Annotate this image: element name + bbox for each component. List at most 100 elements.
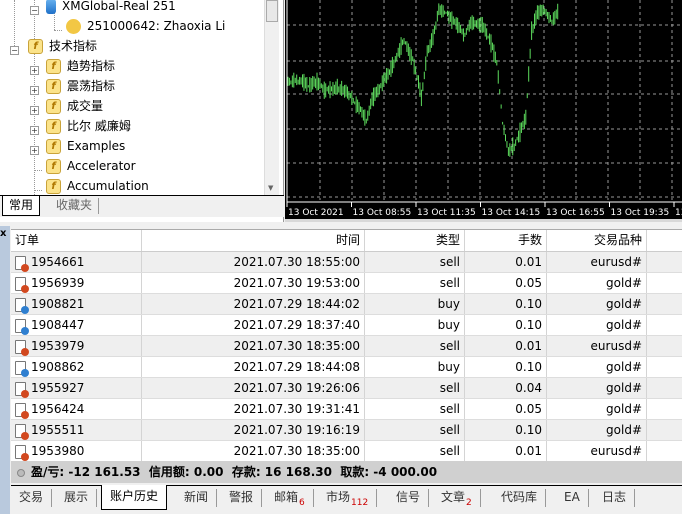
table-row[interactable]: 1956939 2021.07.30 19:53:00 sell 0.05 go… bbox=[11, 273, 682, 294]
tab-8[interactable]: 文章2 bbox=[433, 489, 481, 508]
tab-10[interactable]: EA bbox=[556, 489, 589, 507]
tab-label: 新闻 bbox=[184, 490, 209, 504]
order-type: buy bbox=[365, 357, 465, 377]
tree-item[interactable]: 251000642: Zhaoxia Li bbox=[66, 16, 225, 36]
table-row[interactable]: 1908862 2021.07.29 18:44:08 buy 0.10 gol… bbox=[11, 357, 682, 378]
collapse-icon[interactable]: − bbox=[10, 46, 19, 55]
tab-label: 账户历史 bbox=[110, 489, 159, 503]
column-header-symbol[interactable]: 交易品种 bbox=[547, 230, 647, 251]
tree-item[interactable]: f Accelerator bbox=[46, 156, 136, 176]
tree-item-label: Accumulation bbox=[67, 179, 149, 193]
order-number: 1955511 bbox=[31, 423, 85, 437]
table-row[interactable]: 1954661 2021.07.30 18:55:00 sell 0.01 eu… bbox=[11, 252, 682, 273]
order-type: sell bbox=[365, 273, 465, 293]
order-lots: 0.01 bbox=[465, 336, 547, 356]
tree-item-label: 技术指标 bbox=[49, 39, 98, 53]
tab-common[interactable]: 常用 bbox=[2, 196, 41, 216]
table-row[interactable]: 1953979 2021.07.30 18:35:00 sell 0.01 eu… bbox=[11, 336, 682, 357]
tree-item[interactable]: f Accumulation bbox=[46, 176, 149, 196]
order-time: 2021.07.30 18:35:00 bbox=[142, 441, 365, 461]
column-header-order[interactable]: 订单 bbox=[11, 230, 142, 251]
tree-item[interactable]: f 震荡指标 bbox=[46, 76, 115, 96]
tab-9[interactable]: 代码库 bbox=[493, 489, 547, 507]
navigator-panel: − XMGlobal-Real 251 251000642: Zhaoxia Li −… bbox=[0, 0, 284, 222]
order-type: sell bbox=[365, 336, 465, 356]
tab-5[interactable]: 邮箱6 bbox=[266, 489, 314, 508]
scroll-thumb[interactable] bbox=[266, 0, 278, 22]
order-time: 2021.07.29 18:44:02 bbox=[142, 294, 365, 314]
order-number: 1908862 bbox=[31, 360, 85, 374]
table-row[interactable]: 1955511 2021.07.30 19:16:19 sell 0.10 go… bbox=[11, 420, 682, 441]
column-header-time[interactable]: 时间 bbox=[142, 230, 365, 251]
navigator-scrollbar[interactable]: ▼ bbox=[264, 0, 279, 195]
order-symbol: gold# bbox=[547, 378, 647, 398]
order-time: 2021.07.30 19:53:00 bbox=[142, 273, 365, 293]
table-row[interactable]: 1908821 2021.07.29 18:44:02 buy 0.10 gol… bbox=[11, 294, 682, 315]
tab-3[interactable]: 新闻 bbox=[176, 489, 218, 507]
table-row[interactable]: 1953980 2021.07.30 18:35:00 sell 0.01 eu… bbox=[11, 441, 682, 462]
table-row[interactable]: 1955927 2021.07.30 19:26:06 sell 0.04 go… bbox=[11, 378, 682, 399]
tree-item[interactable]: f 成交量 bbox=[46, 96, 103, 116]
tree-item[interactable]: f 趋势指标 bbox=[46, 56, 115, 76]
expand-icon[interactable]: + bbox=[30, 66, 39, 75]
tab-label: 展示 bbox=[64, 490, 89, 504]
terminal-tabs: 交易 展示 账户历史 新闻 警报 邮箱6 市场112 信号 文章2 代码库 EA 日志 bbox=[11, 485, 682, 511]
expand-icon[interactable]: + bbox=[30, 86, 39, 95]
tab-label: 代码库 bbox=[501, 490, 538, 504]
column-header-lots[interactable]: 手数 bbox=[465, 230, 547, 251]
sell-order-icon bbox=[15, 402, 29, 419]
order-type: sell bbox=[365, 252, 465, 272]
table-row[interactable]: 1908447 2021.07.29 18:37:40 buy 0.10 gol… bbox=[11, 315, 682, 336]
tree-item-label: 趋势指标 bbox=[67, 59, 116, 73]
table-row[interactable]: 1956424 2021.07.30 19:31:41 sell 0.05 go… bbox=[11, 399, 682, 420]
scroll-down-arrow-icon[interactable]: ▼ bbox=[268, 184, 273, 192]
tree-item[interactable]: XMGlobal-Real 251 bbox=[46, 0, 176, 16]
order-lots: 0.10 bbox=[465, 294, 547, 314]
order-lots: 0.05 bbox=[465, 399, 547, 419]
tree-item[interactable]: f 比尔 威廉姆 bbox=[46, 116, 131, 136]
order-symbol: eurusd# bbox=[547, 252, 647, 272]
order-lots: 0.05 bbox=[465, 273, 547, 293]
function-icon: f bbox=[28, 39, 43, 54]
function-icon: f bbox=[46, 99, 61, 114]
order-number: 1955927 bbox=[31, 381, 85, 395]
tab-2[interactable]: 账户历史 bbox=[101, 485, 168, 510]
tab-1[interactable]: 展示 bbox=[56, 489, 98, 507]
order-number: 1956424 bbox=[31, 402, 85, 416]
order-time: 2021.07.30 19:31:41 bbox=[142, 399, 365, 419]
summary-text: 盈/亏: -12 161.53 信用额: 0.00 存款: 16 168.30 … bbox=[31, 465, 438, 479]
expand-icon[interactable]: + bbox=[30, 126, 39, 135]
tab-label: 信号 bbox=[396, 490, 421, 504]
sell-order-icon bbox=[15, 444, 29, 461]
time-label: 13 Oct 16:55 bbox=[546, 208, 605, 218]
tab-6[interactable]: 市场112 bbox=[318, 489, 378, 508]
price-chart[interactable]: 13 Oct 2021 13 Oct 08:55 13 Oct 11:35 13 Oc… bbox=[285, 0, 682, 222]
order-number: 1908821 bbox=[31, 297, 85, 311]
time-label: 13 Oct 19:35 bbox=[611, 208, 670, 218]
time-label: 13 Oct 08:55 bbox=[353, 208, 412, 218]
tab-11[interactable]: 日志 bbox=[594, 489, 636, 507]
order-number: 1953979 bbox=[31, 339, 85, 353]
expand-icon[interactable]: + bbox=[30, 146, 39, 155]
expand-icon[interactable]: + bbox=[30, 106, 39, 115]
tree-item-label: 比尔 威廉姆 bbox=[67, 119, 131, 133]
order-lots: 0.10 bbox=[465, 420, 547, 440]
tab-label: 文章 bbox=[441, 490, 466, 504]
column-header-type[interactable]: 类型 bbox=[365, 230, 465, 251]
close-icon[interactable]: x bbox=[0, 228, 6, 239]
order-time: 2021.07.30 19:26:06 bbox=[142, 378, 365, 398]
tab-badge: 6 bbox=[299, 498, 305, 508]
tree-item[interactable]: f 技术指标 bbox=[28, 36, 97, 56]
tree-item[interactable]: f Examples bbox=[46, 136, 125, 156]
sell-order-icon bbox=[15, 339, 29, 356]
order-time: 2021.07.30 19:16:19 bbox=[142, 420, 365, 440]
tab-favorites[interactable]: 收藏夹 bbox=[50, 198, 100, 214]
order-symbol: eurusd# bbox=[547, 336, 647, 356]
tab-0[interactable]: 交易 bbox=[11, 489, 53, 507]
tab-4[interactable]: 警报 bbox=[221, 489, 263, 507]
order-type: buy bbox=[365, 315, 465, 335]
time-label: 13 Oct 2021 bbox=[288, 208, 344, 218]
tree-item-label: 震荡指标 bbox=[67, 79, 116, 93]
tab-7[interactable]: 信号 bbox=[388, 489, 430, 507]
collapse-icon[interactable]: − bbox=[30, 6, 39, 15]
